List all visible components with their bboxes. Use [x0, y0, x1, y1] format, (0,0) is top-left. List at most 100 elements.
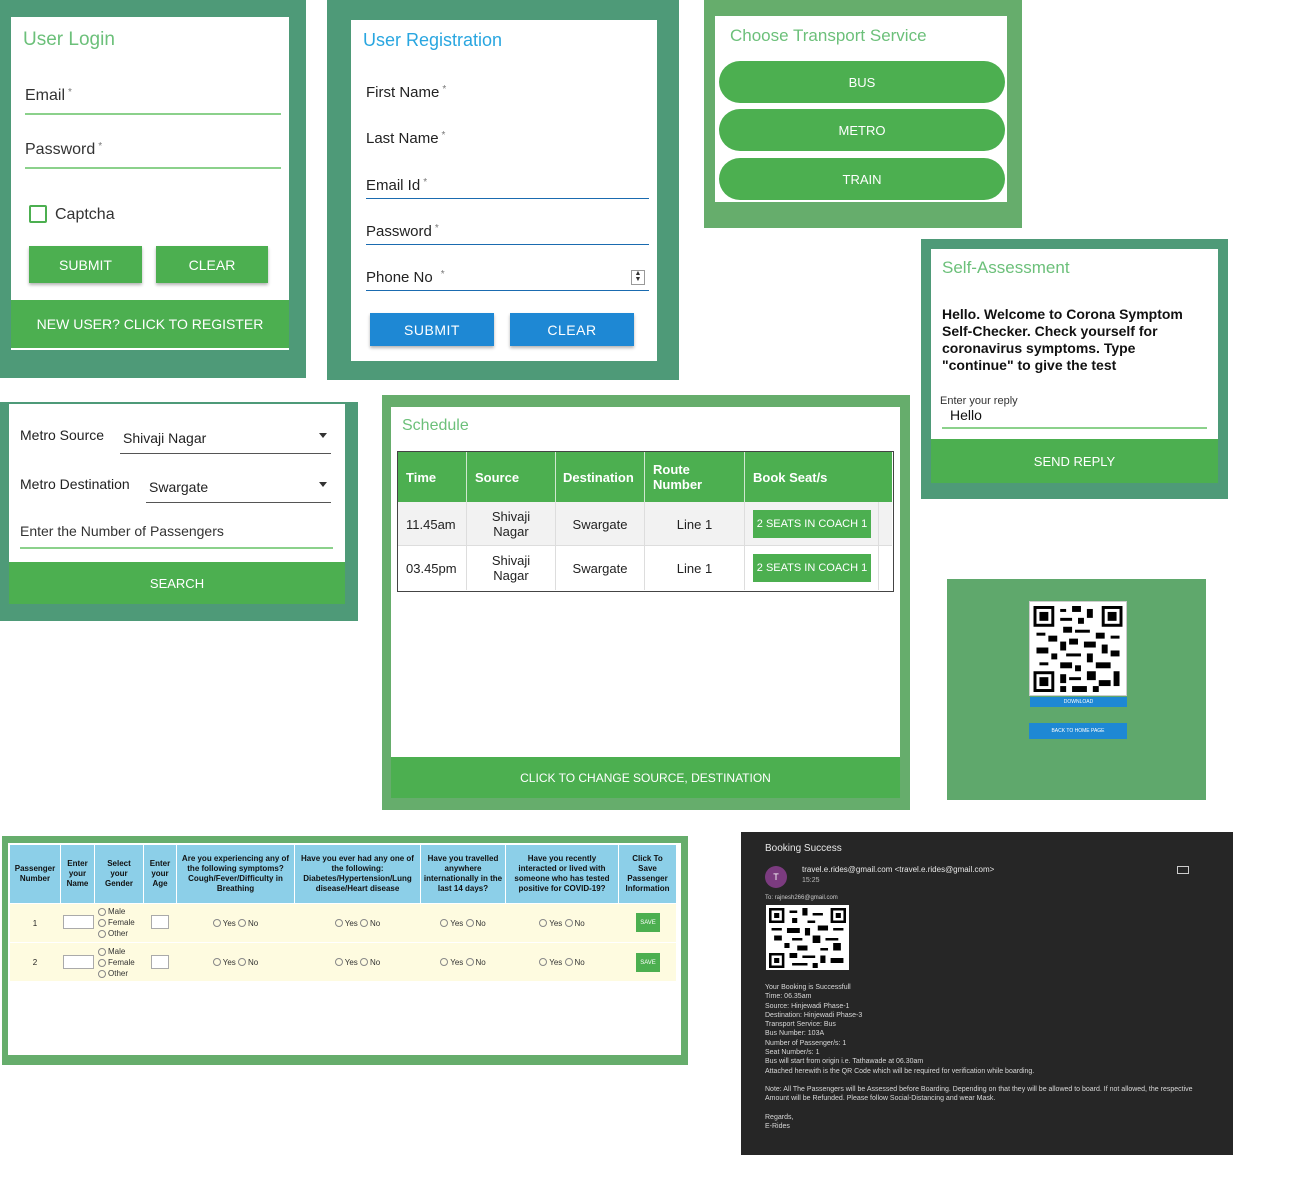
name-input[interactable]: [63, 955, 94, 969]
phone-field[interactable]: Phone No * ▲ ▼: [366, 269, 649, 291]
train-button[interactable]: TRAIN: [719, 158, 1005, 200]
search-button[interactable]: SEARCH: [9, 562, 345, 604]
header-passenger-number: Passenger Number: [10, 845, 60, 903]
register-button[interactable]: NEW USER? CLICK TO REGISTER: [11, 300, 289, 348]
col-book-header: Book Seat/s: [744, 452, 879, 502]
email-line: Attached herewith is the QR Code which w…: [765, 1067, 1035, 1075]
email-line: Bus will start from origin i.e. Tathawad…: [765, 1058, 924, 1066]
col-time-header: Time: [406, 469, 437, 485]
reply-label: Enter your reply: [940, 395, 1018, 407]
registration-card: User Registration First Name * Last Name *…: [351, 20, 657, 361]
bus-button[interactable]: BUS: [719, 61, 1005, 103]
reply-input[interactable]: Hello: [942, 407, 1207, 429]
header-name: Enter your Name: [61, 845, 94, 903]
travel-radio[interactable]: Yes No: [421, 904, 505, 942]
email-id-field[interactable]: Email Id *: [366, 177, 649, 199]
email-recipient: To: rajnesh266@gmail.com: [765, 895, 838, 901]
metro-search-card: Metro Source Shivaji Nagar Metro Destina…: [9, 404, 345, 604]
name-input[interactable]: [63, 915, 94, 929]
last-name-field[interactable]: Last Name *: [366, 130, 649, 152]
email-regards: Regards,: [765, 1113, 794, 1121]
registration-title: User Registration: [363, 30, 503, 50]
registration-clear-button[interactable]: CLEAR: [510, 313, 634, 346]
open-in-window-icon[interactable]: [1177, 866, 1189, 874]
email-body: Your Booking is Successfull Time: 06.35a…: [765, 983, 1215, 1131]
password-field[interactable]: Password *: [25, 141, 281, 169]
login-card: User Login Email * Password * Captcha SUBM…: [11, 17, 289, 350]
back-home-button[interactable]: BACK TO HOME PAGE: [1029, 723, 1127, 739]
captcha-checkbox[interactable]: [29, 205, 47, 223]
email-line: Time: 06.35am: [765, 993, 812, 1001]
login-title: User Login: [23, 29, 115, 50]
schedule-table: Time Source Destination Route Number Boo…: [397, 451, 894, 592]
destination-label: Metro Destination: [20, 476, 130, 492]
travel-radio[interactable]: Yes No: [421, 943, 505, 981]
symptoms-radio[interactable]: Yes No: [177, 943, 294, 981]
row-route: Line 1: [644, 502, 744, 546]
gender-radio-group[interactable]: Male Female Other: [98, 906, 135, 939]
number-spinner-icon[interactable]: ▲ ▼: [631, 270, 645, 285]
email-line: Bus Number: 103A: [765, 1030, 825, 1038]
email-line: Source: Hinjewadi Phase-1: [765, 1002, 850, 1010]
save-passenger-button[interactable]: SAVE: [636, 913, 660, 932]
header-travel: Have you travelled anywhere internationa…: [421, 845, 505, 903]
dropdown-arrow-icon: [319, 482, 327, 487]
email-panel: Booking Success T travel.e.rides@gmail.c…: [741, 832, 1233, 1155]
qr-card: [1029, 601, 1127, 696]
header-gender: Select your Gender: [95, 845, 143, 903]
row-route: Line 1: [644, 546, 744, 590]
metro-search-panel: Metro Source Shivaji Nagar Metro Destina…: [0, 402, 358, 621]
passenger-form-card: Passenger Number Enter your Name Select …: [8, 843, 681, 1055]
passenger-number: 1: [32, 918, 38, 928]
source-label: Metro Source: [20, 427, 105, 443]
age-input[interactable]: [151, 955, 169, 969]
header-symptoms: Are you experiencing any of the followin…: [177, 845, 294, 903]
registration-password-field[interactable]: Password *: [366, 223, 649, 245]
login-clear-button[interactable]: CLEAR: [156, 246, 268, 283]
conditions-radio[interactable]: Yes No: [295, 943, 420, 981]
col-source-header: Source: [466, 452, 555, 502]
registration-submit-button[interactable]: SUBMIT: [370, 313, 494, 346]
captcha-label: Captcha: [55, 206, 115, 223]
header-age: Enter your Age: [144, 845, 176, 903]
transport-card: Choose Transport Service BUS METRO TRAIN: [715, 16, 1007, 202]
book-seats-button[interactable]: 2 SEATS IN COACH 1: [753, 554, 871, 582]
email-line: Transport Service: Bus: [765, 1021, 836, 1029]
destination-select[interactable]: Swargate: [146, 473, 331, 503]
row-time: 11.45am: [406, 516, 456, 532]
first-name-field[interactable]: First Name *: [366, 84, 649, 106]
assessment-card: Self-Assessment Hello. Welcome to Corona…: [931, 249, 1218, 483]
book-seats-button[interactable]: 2 SEATS IN COACH 1: [753, 510, 871, 538]
sender-avatar: T: [765, 866, 787, 888]
contact-radio[interactable]: Yes No: [506, 904, 618, 942]
transport-panel: Choose Transport Service BUS METRO TRAIN: [704, 0, 1022, 228]
schedule-card: Schedule Time Source Destination Route N…: [391, 407, 900, 798]
dropdown-arrow-icon: [319, 433, 327, 438]
age-input[interactable]: [151, 915, 169, 929]
row-source: Shivaji Nagar: [466, 546, 555, 590]
qr-panel: DOWNLOAD BACK TO HOME PAGE: [947, 579, 1206, 800]
email-field[interactable]: Email *: [25, 87, 281, 115]
col-destination-header: Destination: [555, 452, 644, 502]
metro-button[interactable]: METRO: [719, 109, 1005, 151]
gender-radio-group[interactable]: Male Female Other: [98, 946, 135, 979]
passengers-input[interactable]: Enter the Number of Passengers: [20, 523, 333, 549]
email-subject: Booking Success: [765, 843, 842, 854]
login-submit-button[interactable]: SUBMIT: [29, 246, 142, 283]
change-route-button[interactable]: CLICK TO CHANGE SOURCE, DESTINATION: [391, 757, 900, 798]
row-destination: Swargate: [555, 546, 644, 590]
save-passenger-button[interactable]: SAVE: [636, 953, 660, 972]
contact-radio[interactable]: Yes No: [506, 943, 618, 981]
symptoms-radio[interactable]: Yes No: [177, 904, 294, 942]
email-qr-code: [766, 905, 849, 970]
download-button[interactable]: DOWNLOAD: [1030, 697, 1127, 707]
send-reply-button[interactable]: SEND REPLY: [931, 439, 1218, 483]
conditions-radio[interactable]: Yes No: [295, 904, 420, 942]
qr-code-icon: [769, 908, 846, 968]
email-signature: E-Rides: [765, 1122, 790, 1130]
email-line: Your Booking is Successfull: [765, 984, 851, 991]
source-select[interactable]: Shivaji Nagar: [120, 424, 331, 454]
email-time: 15:25: [802, 877, 820, 884]
schedule-title: Schedule: [402, 417, 469, 434]
email-line: Number of Passenger/s: 1: [765, 1039, 847, 1047]
